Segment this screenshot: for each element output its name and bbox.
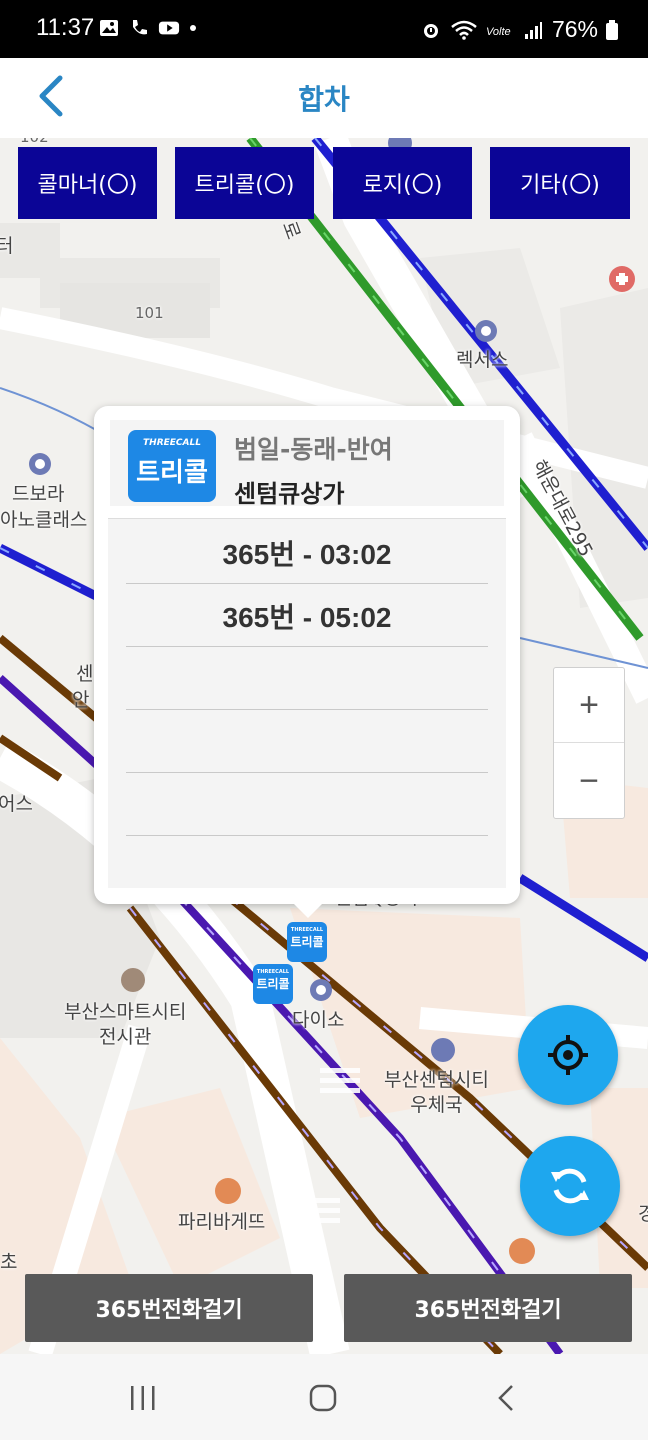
alarm-icon	[423, 23, 438, 38]
call-list-item[interactable]: 365번 - 03:02	[126, 522, 488, 584]
marker-brand: 트리콜	[256, 977, 290, 991]
filter-logi-button[interactable]: 로지(〇)	[333, 147, 472, 219]
dot-icon	[190, 25, 196, 31]
refresh-button[interactable]	[520, 1136, 620, 1236]
call-365-button-left[interactable]: 365번전화걸기	[25, 1274, 313, 1342]
wifi-icon	[451, 20, 477, 40]
signal-icon	[524, 21, 542, 39]
app-header: 합차	[0, 58, 648, 138]
map-label-smartcity: 부산스마트시티 전시관	[64, 1001, 187, 1048]
svg-text:Volte: Volte	[486, 26, 511, 38]
map-label-post: 부산센텀시티 우체국	[384, 1069, 489, 1116]
home-button[interactable]	[293, 1378, 353, 1418]
map-label-daiso: 다이소	[292, 1009, 345, 1031]
taxi-info-popup: THREECALL 트리콜 범일-동래-반여 센텀큐상가 365번 - 03:0…	[94, 406, 520, 918]
crosshair-icon	[548, 1035, 588, 1075]
map-label-anoclass: 아노클래스	[0, 509, 88, 531]
map-label-lexus: 렉서스	[456, 349, 509, 371]
nav-back-button[interactable]	[476, 1378, 536, 1418]
status-bar: 11:37 Volte 76%	[0, 0, 648, 58]
taxi-marker[interactable]: THREECALL 트리콜	[287, 922, 327, 962]
battery-percent: 76%	[551, 16, 598, 42]
taxi-marker[interactable]: THREECALL 트리콜	[253, 964, 293, 1004]
call-list-item[interactable]	[126, 648, 488, 710]
zoom-in-button[interactable]: +	[554, 668, 624, 743]
call-icon	[133, 20, 147, 35]
home-icon	[309, 1384, 337, 1412]
volte-icon: Volte	[486, 26, 511, 38]
call-list: 365번 - 03:02 365번 - 05:02	[108, 518, 506, 888]
recents-button[interactable]	[113, 1378, 173, 1418]
popup-header: THREECALL 트리콜 범일-동래-반여 센텀큐상가	[110, 420, 504, 506]
filter-kolmaner-button[interactable]: 콜마너(〇)	[18, 147, 157, 219]
status-right-icons: Volte 76%	[420, 16, 618, 43]
logo-small-text: THREECALL	[143, 438, 201, 448]
youtube-icon	[158, 21, 180, 35]
map-label-sen: 센	[76, 663, 94, 685]
filter-threecall-button[interactable]: 트리콜(〇)	[175, 147, 314, 219]
popup-route: 범일-동래-반여	[234, 435, 393, 464]
battery-icon	[606, 19, 618, 40]
system-nav-bar	[0, 1354, 648, 1440]
map-label-an: 안	[72, 689, 90, 711]
refresh-icon	[551, 1168, 589, 1204]
gallery-icon	[100, 20, 118, 36]
map-label-cho: 초	[0, 1251, 18, 1273]
locate-me-button[interactable]	[518, 1005, 618, 1105]
threecall-logo: THREECALL 트리콜	[128, 430, 216, 502]
recents-icon	[131, 1386, 155, 1410]
zoom-out-button[interactable]: −	[554, 744, 624, 819]
map-view[interactable]: 102 101 로 터 렉서스 드보라 아노클래스 센 안 어스 해운대로295…	[0, 138, 648, 1354]
call-list-item[interactable]: 365번 - 05:02	[126, 585, 488, 647]
back-icon	[498, 1385, 513, 1411]
filter-etc-button[interactable]: 기타(〇)	[490, 147, 630, 219]
map-label-101: 101	[135, 304, 164, 322]
zoom-control: + −	[553, 667, 625, 819]
popup-stop: 센텀큐상가	[234, 480, 345, 506]
logo-text: 트리콜	[136, 458, 208, 488]
call-365-button-right[interactable]: 365번전화걸기	[344, 1274, 632, 1342]
map-label-eoseu: 어스	[0, 793, 33, 815]
map-label-drbra: 드보라	[12, 483, 65, 505]
call-list-item[interactable]	[126, 774, 488, 836]
page-title: 합차	[298, 83, 350, 116]
marker-brand: 트리콜	[290, 935, 324, 949]
call-list-item[interactable]	[126, 711, 488, 773]
map-label-paris: 파리바게뜨	[178, 1211, 266, 1233]
status-left-icons	[98, 18, 198, 38]
status-time: 11:37	[36, 14, 95, 41]
map-label-teo: 터	[0, 235, 14, 257]
map-label-gyeong: 경	[638, 1203, 648, 1225]
